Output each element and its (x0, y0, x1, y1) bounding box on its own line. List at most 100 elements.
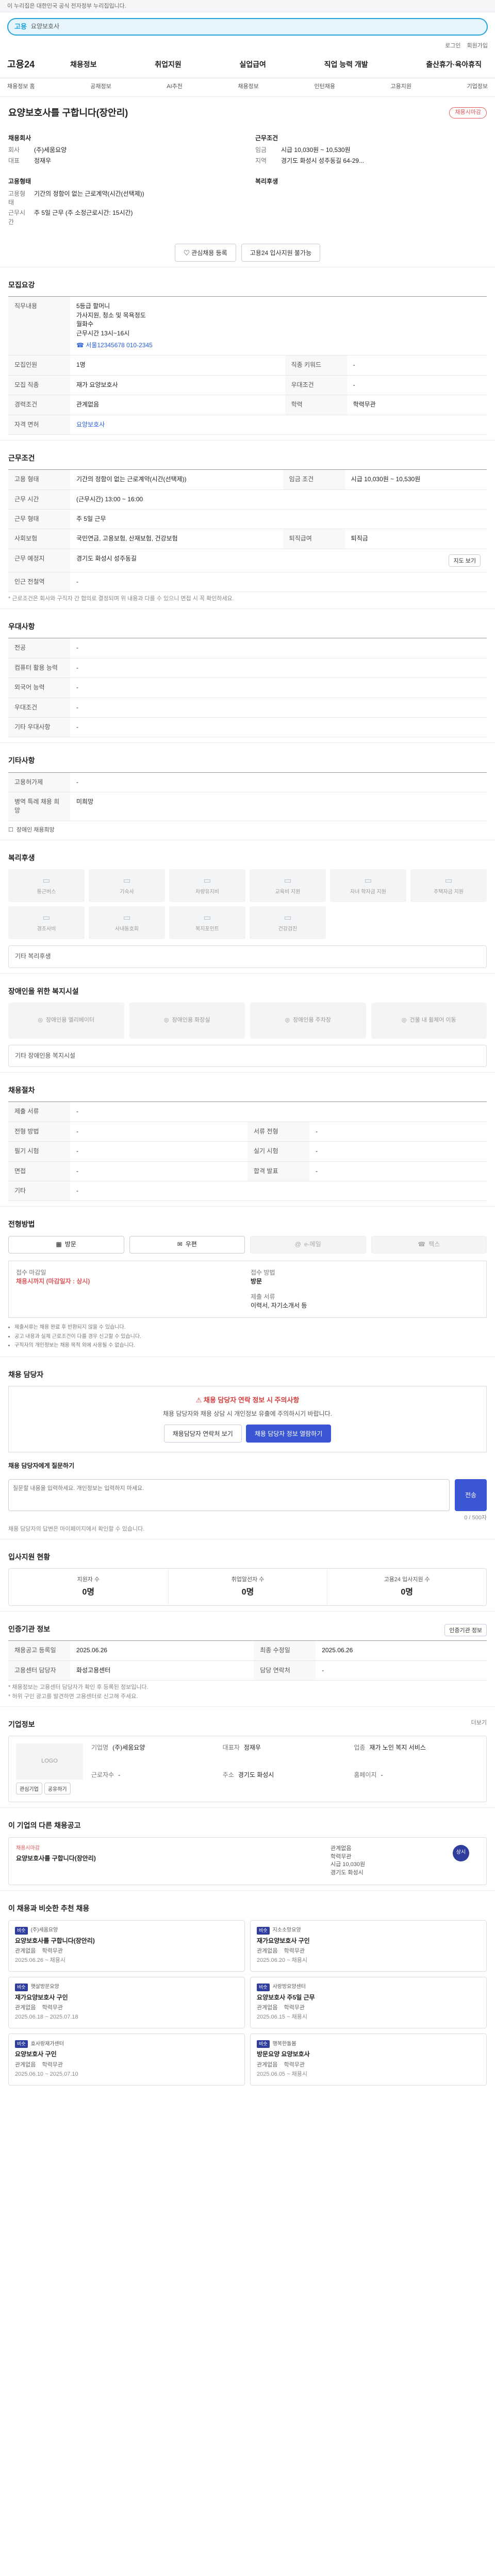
reco-title: 방문요양 요양보호사 (257, 2050, 310, 2058)
stat-value: 0명 (401, 1587, 413, 1597)
row-key: 학력 (285, 395, 347, 415)
facility-label: 장애인용 엘리베이터 (45, 1016, 95, 1023)
view-contact-button[interactable]: 채용 담당자 정보 열람하기 (245, 1425, 332, 1443)
agency-info-button[interactable]: 인증기관 정보 (444, 1624, 487, 1637)
reco-title: 재가요양보호사 구인 (15, 1993, 68, 2001)
share-company-button[interactable]: 공유하기 (44, 1783, 71, 1795)
welfare-label: 건강검진 (278, 926, 298, 933)
follow-company-button[interactable]: 관심기업 (16, 1783, 42, 1795)
snb-item[interactable]: 채용정보 홈 (7, 83, 35, 91)
type-summary-heading: 고용형태 (8, 178, 31, 185)
duty-tel[interactable]: ☎ 서울12345678 010-2345 (76, 341, 481, 350)
reco-title: 재가요양보호사 구인 (257, 1937, 310, 1944)
snb-item[interactable]: 고용지원 (390, 83, 411, 91)
toilet-icon: ◎ (163, 1016, 169, 1023)
license-link[interactable]: 요양보호사 (76, 421, 105, 428)
other-job-card[interactable]: 채용시마감 요양보호사를 구합니다(장안리) 관계없음 학력무관 시급 10,0… (8, 1837, 487, 1886)
reco-meta: 관계없음 (15, 2005, 36, 2011)
summary-key: 대표 (8, 157, 20, 164)
apply-method-value: 방문 (251, 1278, 262, 1285)
row-value: 화성고용센터 (70, 1660, 254, 1681)
gnb-item[interactable]: 출산휴가·육아휴직 (420, 59, 488, 70)
gnb-item[interactable]: 채용정보 (64, 59, 103, 70)
site-logo[interactable]: 고용24 (7, 58, 64, 71)
snb-item[interactable]: AI추천 (167, 83, 183, 91)
welfare-item: ▭ 자녀 학자금 지원 (330, 869, 406, 903)
reco-card[interactable]: 비슷 행복한돌봄 방문요양 요양보호사 관계없음 학력무관 2025.06.05 ~… (250, 2033, 487, 2086)
contact-note: 채용 담당자의 답변은 마이페이지에서 확인할 수 있습니다. (8, 1526, 145, 1532)
reco-card[interactable]: 비슷 지소소망요양 재가요양보호사 구인 관계없음 학력무관 2025.06.20 … (250, 1920, 487, 1972)
job-card-meta: 관계없음 학력무관 시급 10,030원 경기도 화성시 (331, 1845, 434, 1878)
row-key: 컴퓨터 활용 능력 (8, 658, 70, 679)
work-table: 고용 형태 기간의 정함이 없는 근로계약(시간(선택제)) 임금 조건 시급 10… (8, 469, 487, 592)
reco-meta: 관계없음 (15, 2061, 36, 2068)
info-key: 기업명 (91, 1744, 109, 1752)
reco-meta: 학력무관 (284, 1948, 305, 1955)
gnb-item[interactable]: 직업 능력 개발 (318, 59, 374, 70)
row-value: 미희망 (70, 792, 487, 821)
row-key: 사회보험 (8, 529, 70, 549)
row-key: 직종 키워드 (285, 355, 347, 376)
show-contact-button[interactable]: 채용담당자 연락처 보기 (163, 1425, 242, 1443)
info-key: 대표자 (222, 1744, 240, 1752)
apply-docs-value: 이력서, 자기소개서 등 (251, 1301, 307, 1309)
building-icon: ▦ (56, 1241, 62, 1248)
job-card-dday: 상시 (443, 1844, 479, 1878)
row-key: 최종 수정일 (254, 1640, 316, 1661)
stat-value: 0명 (241, 1587, 254, 1597)
heart-icon: ♡ (183, 249, 190, 257)
stat-value: 0명 (82, 1587, 95, 1597)
gnb-item[interactable]: 취업지원 (148, 59, 188, 70)
snb-item[interactable]: 인턴채용 (314, 83, 335, 91)
welfare-section: 복리후생 ▭ 통근버스 ▭ 기숙사 ▭ 차량유지비 ▭ 교육비 지원 ▭ 자녀 학자금 지… (0, 839, 495, 973)
row-value: - (309, 1141, 487, 1162)
info-value: 경기도 화성시 (238, 1771, 274, 1778)
stats-grid: 지원자 수 0명 취업알선자 수 0명 고용24 입사지원 수 0명 (8, 1568, 487, 1606)
summary-key: 회사 (8, 146, 20, 154)
reco-card[interactable]: 비슷 사랑방요양센터 요양보호사 주5일 근무 관계없음 학력무관 2025.06.… (250, 1976, 487, 2029)
map-button[interactable]: 지도 보기 (449, 554, 481, 567)
book-icon: ▭ (284, 876, 292, 886)
inquiry-textarea[interactable] (8, 1479, 450, 1511)
facility-section: 장애인을 위한 복지시설 ◎ 장애인용 엘리베이터 ◎ 장애인용 화장실 ◎ 장애인용… (0, 973, 495, 1073)
misc-section: 기타사항 고용허가제 - 병역 특례 채용 희망 미희망 ☐ 장애인 채용희망 (0, 742, 495, 839)
snb-item[interactable]: 채용정보 (238, 83, 258, 91)
reco-card[interactable]: 비슷 (주)세움요양 요양보호사를 구합니다(장안리) 관계없음 학력무관 2025… (8, 1920, 245, 1972)
reco-chip: 비슷 (15, 1983, 28, 1991)
row-value: - (70, 717, 487, 738)
welfare-label: 기숙사 (120, 889, 134, 895)
agency-section: 인증기관 정보 인증기관 정보 채용공고 등록일 2025.06.26 최종 수정일… (0, 1611, 495, 1706)
login-link[interactable]: 로그인 (445, 42, 460, 50)
reco-card[interactable]: 비슷 효사랑재가센터 요양보호사 구인 관계없음 학력무관 2025.06.10 ~… (8, 2033, 245, 2086)
snb-item[interactable]: 공채정보 (90, 83, 111, 91)
reco-meta: 학력무관 (42, 2061, 63, 2068)
row-key: 전공 (8, 638, 70, 658)
row-key: 직무내용 (8, 296, 70, 356)
section-title: 채용 담당자 (8, 1370, 44, 1379)
reco-card[interactable]: 비슷 햇살방문요양 재가요양보호사 구인 관계없음 학력무관 2025.06.18 … (8, 1976, 245, 2029)
section-title: 근무조건 (8, 453, 35, 462)
disabled-hire-checkbox[interactable]: ☐ 장애인 채용희망 (8, 826, 487, 835)
welfare-etc: 기타 복리후생 (8, 945, 487, 968)
job-card-title: 요양보호사를 구합니다(장안리) (16, 1855, 96, 1862)
company-more-link[interactable]: 더보기 (471, 1719, 487, 1727)
reco-meta: 관계없음 (257, 1948, 278, 1955)
inquiry-send-button[interactable]: 전송 (455, 1479, 487, 1511)
facility-label: 건물 내 휠체어 이동 (409, 1016, 456, 1023)
apply-unavailable-button[interactable]: 고용24 입사지원 불가능 (241, 244, 321, 262)
row-key: 채용공고 등록일 (8, 1640, 70, 1661)
car-icon: ▭ (203, 876, 211, 886)
reco-meta: 학력무관 (284, 2061, 305, 2068)
gnb-item[interactable]: 실업급여 (233, 59, 272, 70)
signup-link[interactable]: 회원가입 (467, 42, 488, 50)
save-job-button[interactable]: ♡ 관심채용 등록 (174, 244, 236, 262)
point-icon: ▭ (203, 913, 211, 923)
info-key: 주소 (222, 1771, 234, 1778)
snb-item[interactable]: 기업정보 (467, 83, 488, 91)
facility-label: 장애인용 주차장 (293, 1016, 331, 1023)
other-jobs-section: 이 기업의 다른 채용공고 채용시마감 요양보호사를 구합니다(장안리) 관계없… (0, 1807, 495, 1890)
apply-notes: 제출서류는 채용 완료 후 반환되지 않을 수 있습니다. 공고 내용과 실제 … (8, 1324, 487, 1350)
method-label: 우편 (185, 1241, 197, 1248)
search-input[interactable]: 고용 요양보호사 (7, 18, 488, 36)
method-fax: ☎ 팩스 (371, 1235, 487, 1253)
